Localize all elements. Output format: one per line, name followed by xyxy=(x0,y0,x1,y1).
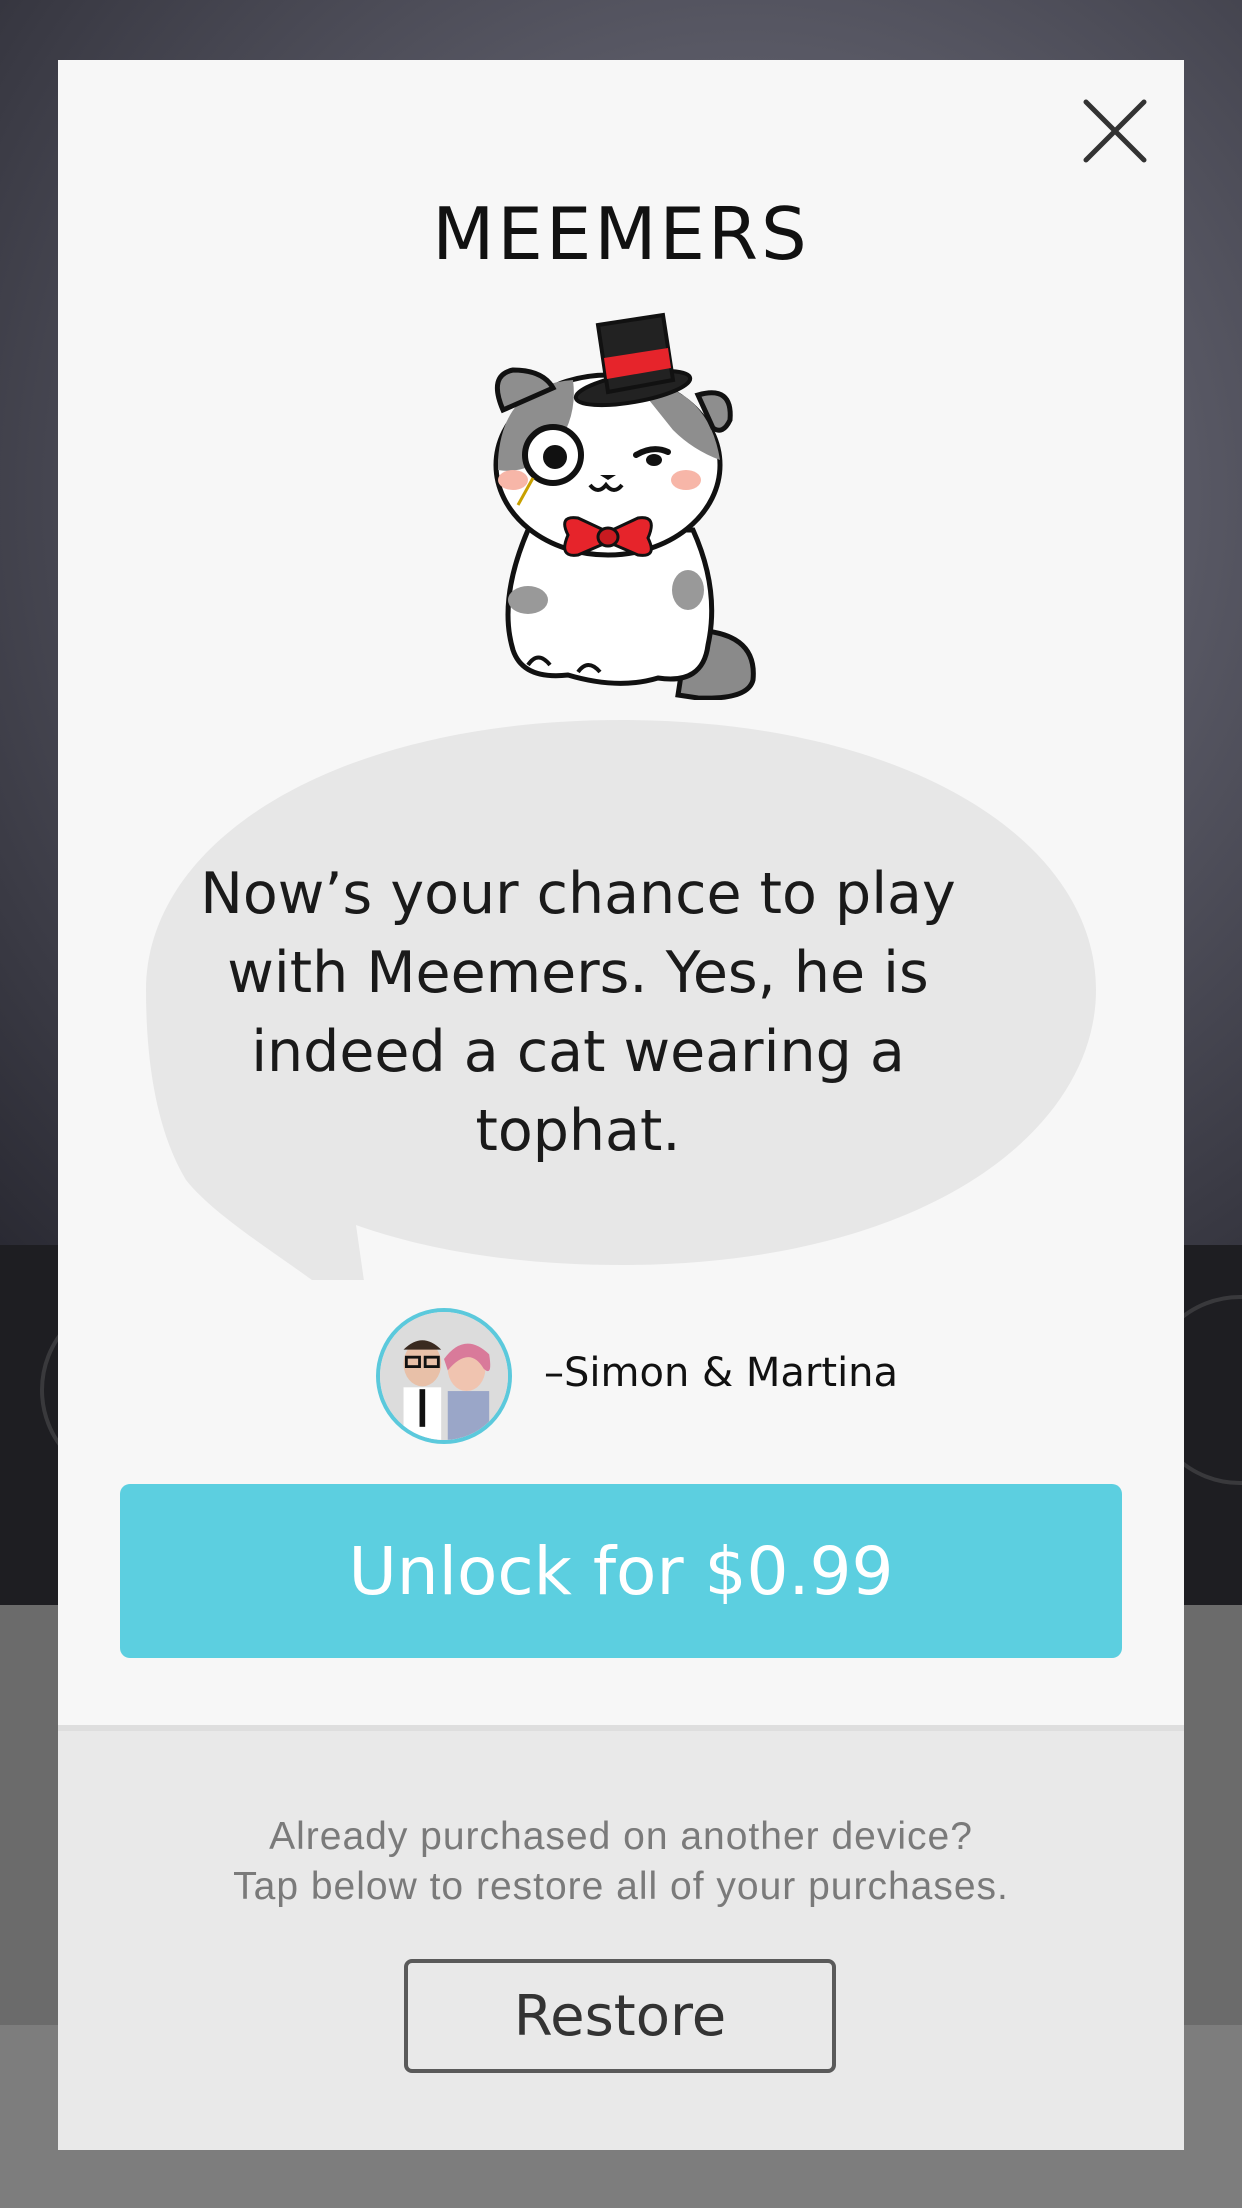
close-button[interactable] xyxy=(1080,96,1150,166)
restore-note-line1: Already purchased on another device? xyxy=(269,1815,973,1858)
unlock-button[interactable]: Unlock for $0.99 xyxy=(120,1484,1122,1658)
close-icon xyxy=(1083,99,1147,163)
author-avatar xyxy=(376,1308,512,1444)
restore-section xyxy=(58,1725,1184,2150)
cat-illustration xyxy=(493,312,756,700)
modal-title: MEEMERS xyxy=(432,192,810,276)
restore-note: Already purchased on another device? Tap… xyxy=(58,1812,1184,1912)
restore-button[interactable]: Restore xyxy=(404,1959,836,2073)
author-signature: –Simon & Martina xyxy=(544,1350,899,1396)
restore-note-line2: Tap below to restore all of your purchas… xyxy=(233,1865,1009,1908)
unlock-modal: MEEMERS Now’s your chance to play with M… xyxy=(58,60,1184,2150)
modal-description: Now’s your chance to play with Meemers. … xyxy=(200,861,956,1164)
